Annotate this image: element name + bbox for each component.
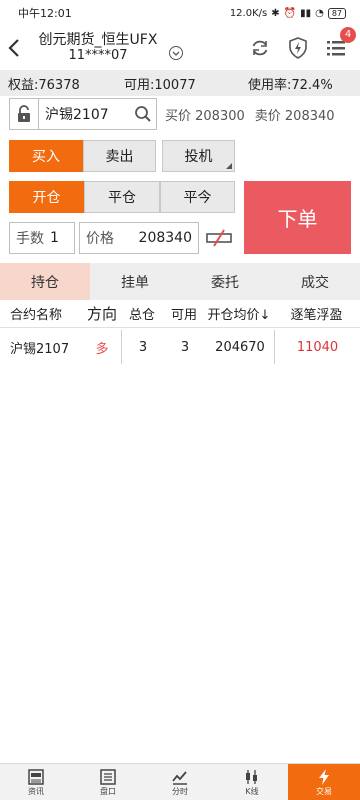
tab-pending[interactable]: 挂单 — [90, 263, 180, 300]
record-tabs: 持仓 挂单 委托 成交 — [0, 263, 360, 300]
refresh-button[interactable] — [248, 36, 272, 60]
alarm-icon: ⏰ — [283, 7, 297, 19]
news-icon — [28, 768, 44, 785]
close-position-button[interactable]: 平仓 — [84, 181, 160, 213]
price-field[interactable]: 价格 208340 — [79, 222, 199, 254]
wifi-icon: ◔ — [315, 7, 324, 19]
nav-orderbook-label: 盘口 — [100, 786, 116, 796]
quote-prices: 买价 208300 卖价 208340 — [165, 105, 335, 124]
header-profit: 逐笔浮盈 — [290, 308, 343, 323]
search-icon[interactable] — [134, 105, 152, 123]
tab-trades[interactable]: 成交 — [270, 263, 360, 300]
dropdown-corner-icon — [226, 163, 232, 169]
header-avg-price[interactable]: 开仓均价↓ — [205, 304, 273, 323]
header-total: 总仓 — [128, 308, 155, 323]
refresh-icon — [252, 40, 268, 56]
buy-price[interactable]: 买价 208300 — [165, 105, 245, 124]
orderbook-icon — [100, 768, 116, 785]
contract-name: 沪锡2107 — [45, 107, 109, 123]
chevron-down-icon[interactable] — [168, 45, 184, 61]
equity-value: 权益:76378 — [8, 77, 80, 93]
open-position-button[interactable]: 开仓 — [9, 181, 84, 213]
contract-input[interactable]: 沪锡2107 — [39, 98, 157, 130]
usage-rate: 使用率:72.4% — [248, 77, 333, 93]
price-value: 208340 — [138, 230, 192, 246]
tab-orders[interactable]: 委托 — [180, 263, 270, 300]
offset-selector: 开仓 平仓 平今 — [9, 181, 235, 213]
quantity-field[interactable]: 手数 1 — [9, 222, 75, 254]
quantity-value: 1 — [50, 230, 59, 246]
nav-timeshare-label: 分时 — [172, 786, 188, 796]
shield-bolt-icon — [289, 37, 307, 59]
header-direction: 方向 — [86, 305, 117, 323]
signal-icon: ▮▮ — [300, 7, 312, 19]
row-profit: 11040 — [296, 339, 339, 355]
close-today-button[interactable]: 平今 — [160, 181, 235, 213]
sell-price[interactable]: 卖价 208340 — [255, 105, 335, 124]
quantity-label: 手数 — [16, 231, 44, 247]
quantity-price-row: 手数 1 价格 208340 — [9, 222, 235, 254]
account-title[interactable]: 创元期货_恒生UFX 11****07 — [28, 32, 168, 64]
sell-button[interactable]: 卖出 — [83, 140, 156, 172]
row-avg-price: 204670 — [215, 339, 265, 355]
lock-button[interactable] — [9, 98, 39, 130]
bluetooth-icon: ✱ — [271, 7, 280, 19]
nav-news-label: 资讯 — [28, 786, 44, 796]
account-summary: 权益:76378 可用:10077 使用率:72.4% — [0, 70, 360, 96]
header-contract: 合约名称 — [10, 308, 63, 323]
tab-positions[interactable]: 持仓 — [0, 263, 90, 300]
buy-button[interactable]: 买入 — [9, 140, 83, 172]
app-header: 创元期货_恒生UFX 11****07 4 — [0, 26, 360, 70]
account-id: 11****07 — [68, 48, 128, 63]
speculate-dropdown[interactable]: 投机 — [162, 140, 235, 172]
price-follow-toggle[interactable] — [203, 227, 235, 249]
battery-icon: 87 — [327, 7, 346, 19]
row-total: 3 — [138, 339, 148, 355]
nav-news[interactable]: 资讯 — [0, 764, 72, 800]
nav-orderbook[interactable]: 盘口 — [72, 764, 144, 800]
positions-table-header: 合约名称 方向 总仓 可用 开仓均价↓ 逐笔浮盈 — [0, 300, 360, 328]
nav-timeshare[interactable]: 分时 — [144, 764, 216, 800]
place-order-button[interactable]: 下单 — [244, 181, 351, 254]
contract-row: 沪锡2107 买价 208300 卖价 208340 — [9, 98, 354, 130]
shield-button[interactable] — [286, 36, 310, 60]
speculate-label: 投机 — [184, 149, 213, 165]
row-contract: 沪锡2107 — [10, 341, 70, 357]
status-bar: 中午12:01 12.0K/s ✱ ⏰ ▮▮ ◔ 87 — [0, 0, 360, 26]
status-time: 中午12:01 — [18, 7, 72, 20]
back-arrow-icon — [8, 39, 19, 57]
line-chart-icon — [172, 770, 187, 785]
menu-button[interactable]: 4 — [324, 27, 356, 60]
row-available: 3 — [180, 339, 190, 355]
row-direction: 多 — [95, 341, 109, 357]
direction-selector: 买入 卖出 投机 — [9, 140, 235, 172]
lightning-icon — [319, 768, 329, 785]
table-row[interactable]: 沪锡2107 多 3 3 204670 11040 — [0, 330, 360, 364]
unlink-icon — [206, 229, 232, 247]
notification-badge: 4 — [340, 27, 356, 43]
header-available: 可用 — [170, 308, 197, 323]
available-value: 可用:10077 — [124, 77, 196, 93]
nav-kline[interactable]: K线 — [216, 764, 288, 800]
nav-trade-label: 交易 — [316, 786, 332, 796]
candlestick-icon — [246, 769, 257, 784]
price-label: 价格 — [86, 231, 114, 247]
status-icons: 12.0K/s ✱ ⏰ ▮▮ ◔ 87 — [229, 7, 346, 19]
bottom-navigation: 资讯 盘口 分时 K线 交易 — [0, 763, 360, 800]
back-button[interactable] — [0, 38, 28, 58]
nav-trade[interactable]: 交易 — [288, 764, 360, 800]
broker-name: 创元期货_恒生UFX — [38, 32, 158, 48]
nav-kline-label: K线 — [245, 786, 259, 796]
unlock-icon — [18, 105, 30, 122]
network-speed: 12.0K/s — [229, 7, 268, 19]
